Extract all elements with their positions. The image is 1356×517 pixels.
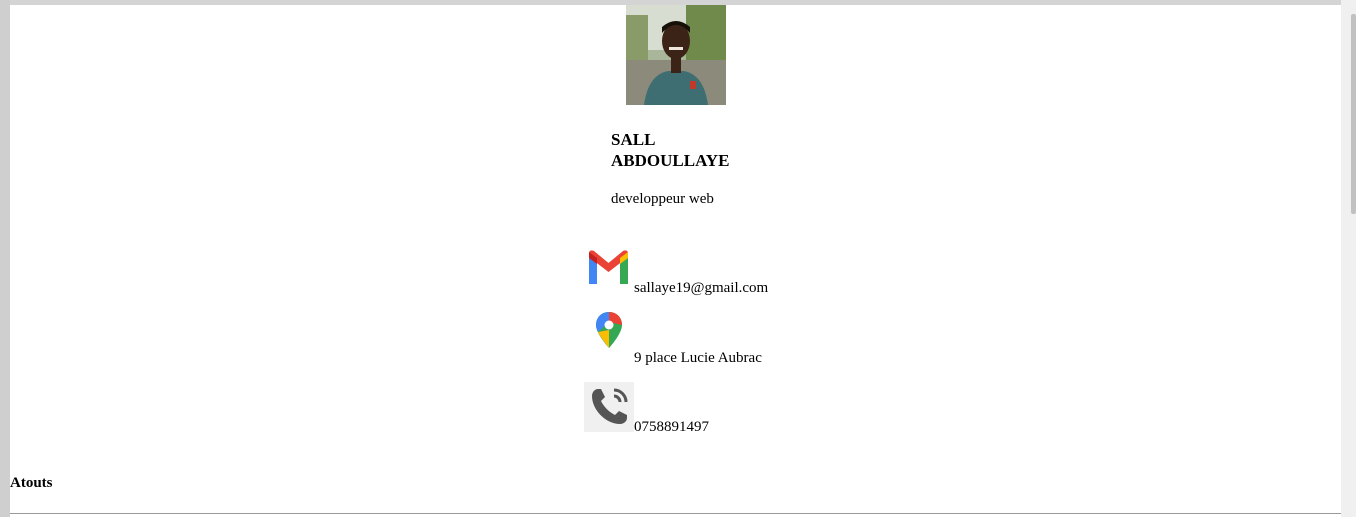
gmail-icon <box>586 248 631 286</box>
phone-text: 0758891497 <box>634 419 709 435</box>
last-name: SALL <box>611 130 656 149</box>
profile-role: developpeur web <box>611 191 714 207</box>
page-content: SALL ABDOULLAYE developpeur web sallaye1… <box>10 5 1341 517</box>
scrollbar-thumb[interactable] <box>1351 14 1356 214</box>
profile-photo <box>626 5 726 105</box>
window-left-gutter <box>0 0 10 517</box>
section-divider <box>10 513 1341 514</box>
profile-name: SALL ABDOULLAYE <box>611 129 761 171</box>
atouts-heading: Atouts <box>10 475 53 491</box>
google-maps-icon <box>588 310 630 368</box>
address-text: 9 place Lucie Aubrac <box>634 350 762 366</box>
phone-icon <box>584 382 634 432</box>
first-name: ABDOULLAYE <box>611 151 730 170</box>
email-text: sallaye19@gmail.com <box>634 280 769 296</box>
